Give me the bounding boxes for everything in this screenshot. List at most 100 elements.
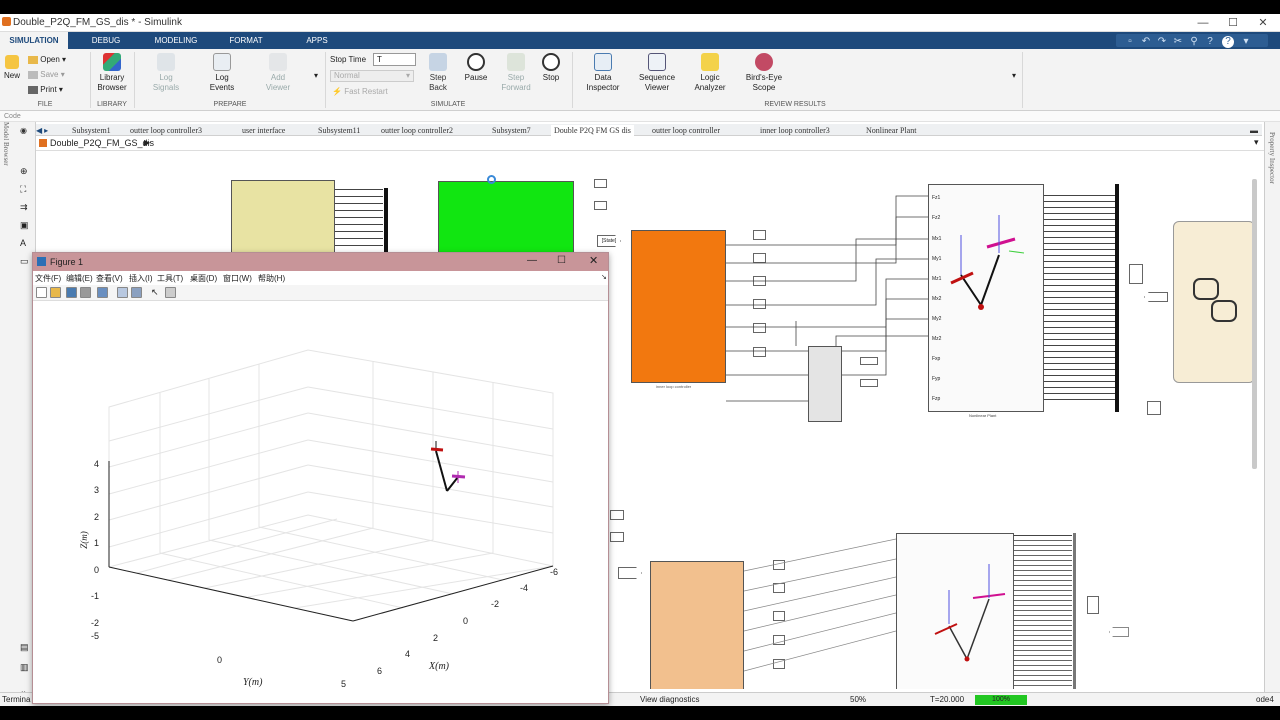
model-browser-tab[interactable]: Model Browser	[0, 122, 10, 202]
bus-creator-block[interactable]	[1115, 184, 1119, 412]
property-editor-icon[interactable]	[165, 287, 176, 298]
menu-tools[interactable]: 工具(T)	[157, 273, 183, 284]
menu-dock-icon[interactable]: ↘	[601, 273, 607, 281]
close-icon[interactable]: ✕	[1248, 14, 1278, 32]
model-tab[interactable]: outter loop controller	[652, 125, 720, 136]
log-signals-button[interactable]: Log Signals	[148, 53, 184, 93]
gain-block[interactable]	[860, 357, 878, 365]
menu-window[interactable]: 窗口(W)	[223, 273, 252, 284]
pointer-icon[interactable]: ↖	[151, 287, 162, 298]
goto-block[interactable]	[1109, 627, 1129, 637]
colorbar-icon[interactable]	[117, 287, 128, 298]
chevron-down-icon[interactable]: ▾	[1254, 137, 1259, 148]
scope-block[interactable]	[610, 532, 624, 542]
subsystem-block[interactable]	[808, 346, 842, 422]
stop-button[interactable]: Stop	[536, 53, 566, 83]
tab-simulation[interactable]: SIMULATION	[0, 32, 68, 49]
view-diagnostics-link[interactable]: View diagnostics	[640, 695, 699, 704]
camera-icon[interactable]: ▤	[20, 642, 29, 653]
library-browser-button[interactable]: Library Browser	[94, 53, 130, 93]
nonlinear-plant-block[interactable]: Fz1 Fz2 Mx1 My1 Mz1 Mx2 My2 Mz2 Fxp Fyp …	[928, 184, 1044, 412]
add-viewer-button[interactable]: Add Viewer	[260, 53, 296, 93]
new-figure-icon[interactable]	[36, 287, 47, 298]
new-button[interactable]: New	[2, 55, 22, 81]
breadcrumb-arrow-icon[interactable]: ▶	[144, 138, 150, 147]
nonlinear-plant-block-2[interactable]	[896, 533, 1014, 689]
simulation-mode-select[interactable]: Normal ▾	[330, 70, 414, 82]
minimize-icon[interactable]: —	[1188, 14, 1218, 32]
open-button[interactable]: Open ▾	[28, 55, 66, 64]
save-icon[interactable]	[66, 287, 77, 298]
model-tab[interactable]: Subsystem1	[72, 125, 111, 136]
menu-desktop[interactable]: 桌面(D)	[190, 273, 217, 284]
stop-time-input[interactable]: T	[373, 53, 416, 66]
pause-button[interactable]: Pause	[460, 53, 492, 83]
model-tab[interactable]: outter loop controller3	[130, 125, 202, 136]
open-icon[interactable]	[50, 287, 61, 298]
link-icon[interactable]	[97, 287, 108, 298]
logic-analyzer-button[interactable]: Logic Analyzer	[690, 53, 730, 93]
save-button[interactable]: Save ▾	[28, 70, 65, 79]
gain-block[interactable]	[860, 379, 878, 387]
image-icon[interactable]: ▣	[20, 220, 29, 231]
layers-icon[interactable]: ▥	[20, 662, 29, 673]
figure-window[interactable]: Figure 1 — ☐ ✕ 文件(F) 编辑(E) 查看(V) 插入(I) 工…	[32, 252, 609, 704]
hide-browser-icon[interactable]: ◉	[20, 126, 27, 135]
settings-icon[interactable]: ▾	[1240, 36, 1252, 48]
print-button[interactable]: Print ▾	[28, 85, 63, 94]
breadcrumb[interactable]: Double_P2Q_FM_GS_dis	[50, 138, 154, 148]
tab-apps[interactable]: APPS	[290, 32, 344, 49]
demux-block[interactable]	[1129, 264, 1143, 284]
menu-insert[interactable]: 插入(I)	[129, 273, 153, 284]
maximize-icon[interactable]: ☐	[557, 255, 566, 266]
model-tab[interactable]: outter loop controller2	[381, 125, 453, 136]
maximize-icon[interactable]: ☐	[1218, 14, 1248, 32]
redo-icon[interactable]: ↷	[1156, 36, 1168, 48]
help-icon[interactable]: ?	[1204, 36, 1216, 48]
model-tab[interactable]: Subsystem11	[318, 125, 360, 136]
tab-overflow-icon[interactable]: ▬	[1250, 125, 1258, 136]
search-icon[interactable]: ⚲	[1188, 36, 1200, 48]
close-icon[interactable]: ✕	[589, 254, 598, 267]
area-icon[interactable]: ▭	[20, 256, 29, 267]
save-icon[interactable]: ▫	[1124, 36, 1136, 48]
menu-file[interactable]: 文件(F)	[35, 273, 61, 284]
menu-help[interactable]: 帮助(H)	[258, 273, 285, 284]
menu-edit[interactable]: 编辑(E)	[66, 273, 93, 284]
tab-debug[interactable]: DEBUG	[78, 32, 134, 49]
undo-icon[interactable]: ↶	[1140, 36, 1152, 48]
log-events-button[interactable]: Log Events	[204, 53, 240, 93]
legend-icon[interactable]	[131, 287, 142, 298]
tab-format[interactable]: FORMAT	[218, 32, 274, 49]
annotation-icon[interactable]: A	[20, 238, 26, 248]
model-tab[interactable]: user interface	[242, 125, 285, 136]
arrow-icon[interactable]: ⇉	[20, 202, 28, 213]
scope-block[interactable]	[610, 510, 624, 520]
minimize-icon[interactable]: —	[527, 255, 537, 266]
inner-loop-controller-block-2[interactable]	[650, 561, 744, 689]
step-forward-button[interactable]: Step Forward	[498, 53, 534, 93]
model-tab[interactable]: Nonlinear Plant	[866, 125, 916, 136]
birds-eye-scope-button[interactable]: Bird's-Eye Scope	[742, 53, 786, 93]
model-tab[interactable]: inner loop controller3	[760, 125, 830, 136]
terminator-block[interactable]	[1147, 401, 1161, 415]
zoom-icon[interactable]: ⊕	[20, 166, 28, 177]
help-circle-icon[interactable]: ?	[1222, 36, 1234, 48]
review-gallery-expand[interactable]: ▾	[1008, 71, 1020, 81]
fast-restart-toggle[interactable]: ⚡ Fast Restart	[332, 87, 388, 96]
print-icon[interactable]	[80, 287, 91, 298]
back-arrow-icon[interactable]: ◀ ▸	[36, 125, 48, 136]
prepare-gallery-expand[interactable]: ▾	[310, 71, 322, 81]
fit-view-icon[interactable]: ⛶	[20, 184, 26, 195]
figure-3d-axes[interactable]	[33, 301, 608, 703]
model-tab-active[interactable]: Double P2Q FM GS dis	[551, 125, 634, 136]
bus-creator-block[interactable]	[1073, 533, 1076, 689]
sequence-viewer-button[interactable]: Sequence Viewer	[636, 53, 678, 93]
vertical-scrollbar[interactable]	[1252, 179, 1257, 469]
model-tab[interactable]: Subsystem7	[492, 125, 531, 136]
goto-block[interactable]	[1144, 292, 1168, 302]
from-tag-block[interactable]	[618, 567, 642, 579]
cut-icon[interactable]: ✂	[1172, 36, 1184, 48]
data-inspector-button[interactable]: Data Inspector	[584, 53, 622, 93]
tab-modeling[interactable]: MODELING	[146, 32, 206, 49]
